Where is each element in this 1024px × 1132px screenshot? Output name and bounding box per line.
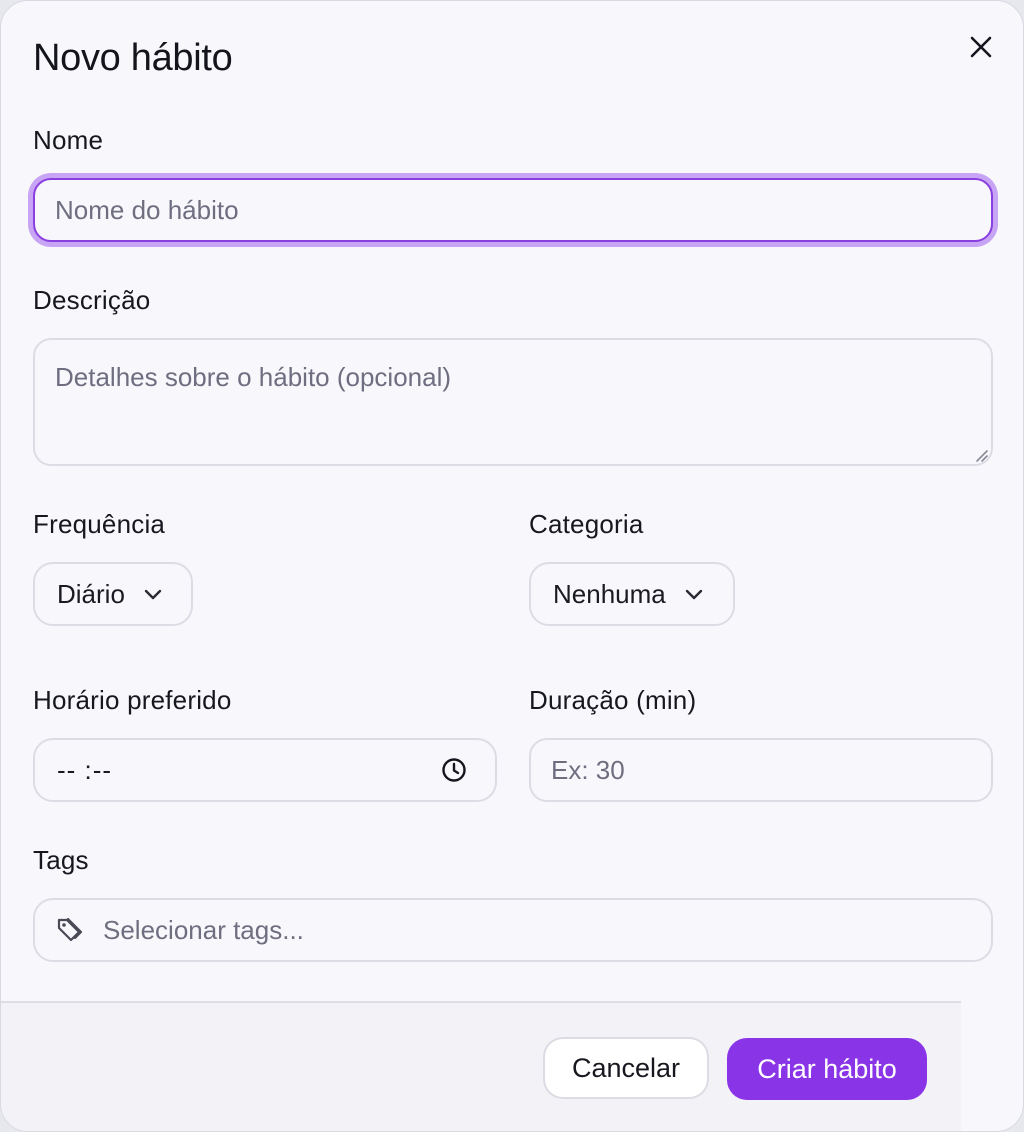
close-button[interactable] bbox=[963, 29, 999, 65]
category-select[interactable]: Nenhuma bbox=[529, 562, 735, 626]
description-label: Descrição bbox=[33, 285, 151, 315]
chevron-down-icon bbox=[685, 589, 702, 600]
tags-placeholder: Selecionar tags... bbox=[103, 914, 304, 945]
name-input[interactable] bbox=[33, 178, 993, 242]
category-label: Categoria bbox=[529, 509, 644, 539]
create-habit-button[interactable]: Criar hábito bbox=[727, 1038, 927, 1100]
name-label: Nome bbox=[33, 125, 104, 155]
description-textarea[interactable] bbox=[33, 338, 993, 466]
resize-handle-icon[interactable] bbox=[973, 447, 989, 463]
clock-icon[interactable] bbox=[441, 757, 467, 783]
time-value: -- :-- bbox=[57, 754, 113, 785]
duration-label: Duração (min) bbox=[529, 685, 697, 715]
chevron-down-icon bbox=[144, 589, 162, 600]
duration-input[interactable] bbox=[529, 738, 993, 802]
frequency-selected-value: Diário bbox=[57, 578, 125, 609]
category-selected-value: Nenhuma bbox=[553, 578, 666, 609]
tag-icon bbox=[55, 914, 87, 946]
tags-label: Tags bbox=[33, 845, 89, 875]
dialog-title: Novo hábito bbox=[33, 37, 233, 79]
new-habit-dialog: Novo hábito Nome Descrição Frequência Di… bbox=[0, 0, 1024, 1132]
frequency-select[interactable]: Diário bbox=[33, 562, 193, 626]
preferred-time-input[interactable]: -- :-- bbox=[33, 738, 497, 802]
frequency-label: Frequência bbox=[33, 509, 166, 539]
cancel-button[interactable]: Cancelar bbox=[543, 1037, 709, 1099]
preferred-time-label: Horário preferido bbox=[33, 685, 232, 715]
close-icon bbox=[970, 36, 992, 58]
tags-select[interactable]: Selecionar tags... bbox=[33, 898, 993, 962]
